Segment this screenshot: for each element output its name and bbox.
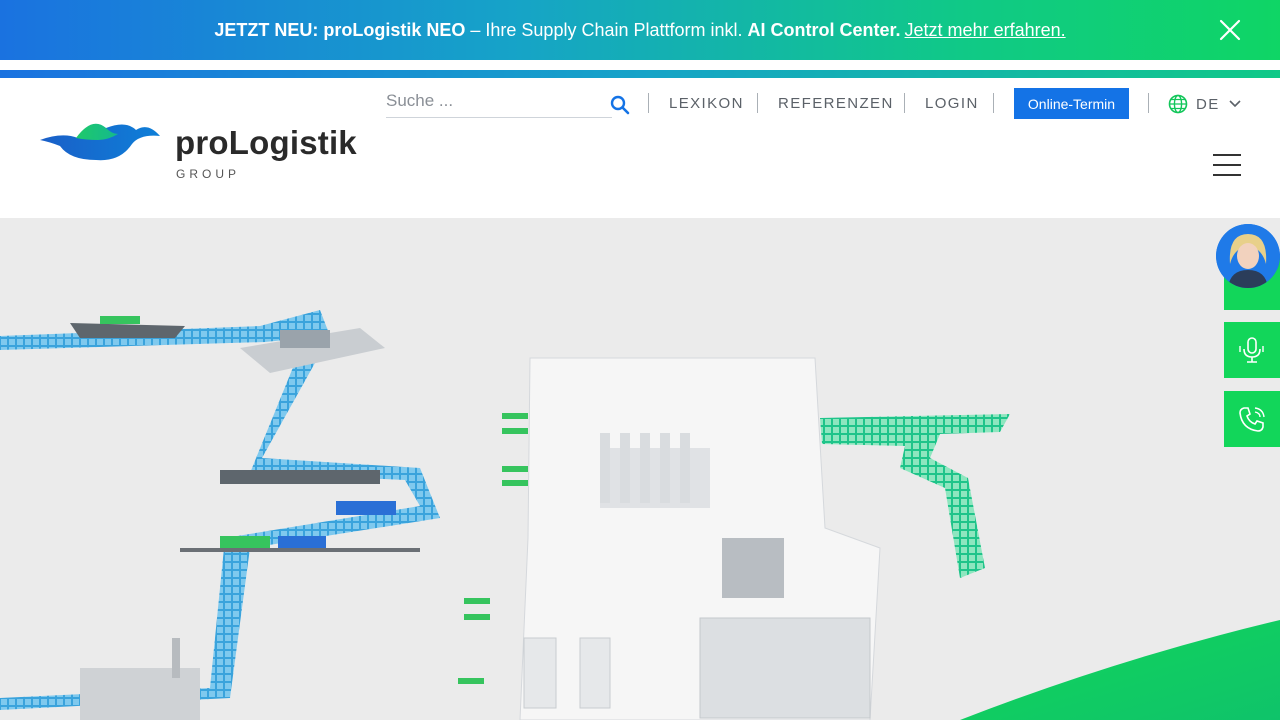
menu-icon[interactable] xyxy=(1213,154,1241,176)
language-label: DE xyxy=(1196,95,1220,113)
header-divider xyxy=(0,70,1280,78)
logo[interactable]: proLogistik GROUP xyxy=(40,118,370,188)
globe-icon xyxy=(1168,94,1188,114)
nav-referenzen[interactable]: REFERENZEN xyxy=(778,95,894,112)
banner-middle: – Ihre Supply Chain Plattform inkl. xyxy=(470,19,743,40)
announcement-banner: JETZT NEU: proLogistik NEO – Ihre Supply… xyxy=(0,0,1280,60)
hero-illustration xyxy=(0,218,1280,720)
search-box xyxy=(386,88,612,118)
online-termin-button[interactable]: Online-Termin xyxy=(1014,88,1129,119)
logo-text: proLogistik xyxy=(175,124,357,161)
assistant-avatar-image xyxy=(1216,224,1280,288)
nav-login[interactable]: LOGIN xyxy=(925,95,979,112)
chevron-down-icon xyxy=(1229,100,1241,108)
nav-divider xyxy=(757,93,758,113)
close-icon[interactable] xyxy=(1218,18,1242,42)
logo-subtitle: GROUP xyxy=(176,167,241,181)
phone-icon xyxy=(1239,407,1265,432)
site-header: proLogistik GROUP LEXIKON REFERENZEN LOG… xyxy=(0,78,1280,218)
phone-button[interactable] xyxy=(1224,391,1280,447)
search-icon[interactable] xyxy=(610,95,630,115)
banner-highlight: AI Control Center. xyxy=(747,19,901,40)
nav-divider xyxy=(1148,93,1149,113)
nav-divider xyxy=(648,93,649,113)
banner-product: proLogistik NEO xyxy=(323,19,466,40)
assistant-avatar[interactable] xyxy=(1216,224,1280,288)
language-selector[interactable]: DE xyxy=(1168,94,1242,114)
nav-lexikon[interactable]: LEXIKON xyxy=(669,95,744,112)
voice-assistant-button[interactable] xyxy=(1224,322,1280,378)
logo-mark-icon xyxy=(40,123,160,161)
search-input[interactable] xyxy=(386,88,586,114)
nav-divider xyxy=(993,93,994,113)
banner-lead: JETZT NEU: xyxy=(214,19,319,40)
microphone-icon xyxy=(1239,337,1264,363)
banner-link[interactable]: Jetzt mehr erfahren. xyxy=(905,20,1066,41)
banner-text: JETZT NEU: proLogistik NEO – Ihre Supply… xyxy=(214,20,1065,41)
supply-chain-graphic xyxy=(0,310,1280,720)
nav-divider xyxy=(904,93,905,113)
